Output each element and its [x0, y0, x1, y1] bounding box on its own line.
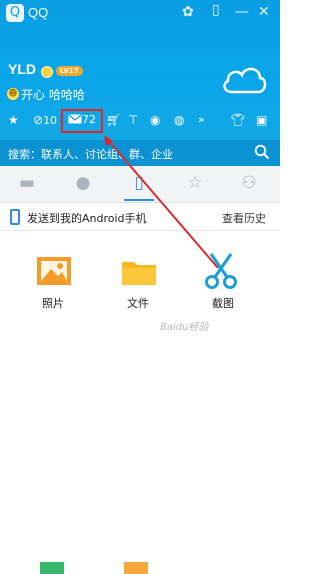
- tile-files-label[interactable]: 文件: [127, 295, 149, 311]
- scissors-icon[interactable]: [204, 252, 238, 290]
- toolbar-qzone[interactable]: ⊘10: [33, 113, 57, 128]
- group-icon: ⚇: [241, 173, 257, 193]
- tab-conversations[interactable]: ▬: [16, 172, 38, 194]
- toolbar-app-3[interactable]: ◍: [174, 113, 184, 128]
- online-status-icon[interactable]: [41, 66, 53, 78]
- toolbar-app-1[interactable]: ⊤: [128, 113, 138, 128]
- tile-photos-label[interactable]: 照片: [42, 295, 64, 311]
- view-history-link[interactable]: 查看历史: [222, 210, 266, 226]
- more-icon: »: [198, 113, 205, 126]
- active-tab-indicator: [124, 199, 154, 201]
- main-tabs: ▬ ● ▯ ☆ ⚇: [0, 166, 280, 203]
- tab-devices[interactable]: ▯: [128, 172, 150, 194]
- mobile-icon[interactable]: ▯: [212, 2, 220, 18]
- toolbar-shop[interactable]: 🛒︎: [106, 113, 121, 128]
- app-icon: ◍: [174, 113, 185, 127]
- tab-favorites[interactable]: ☆: [184, 172, 206, 194]
- partial-tile-green[interactable]: [40, 562, 64, 574]
- toolbar-star[interactable]: ★: [8, 113, 19, 128]
- folder-icon[interactable]: [121, 258, 157, 286]
- toolbar-more[interactable]: »: [198, 113, 205, 127]
- contact-icon: ●: [75, 173, 91, 193]
- weather-cloud-icon[interactable]: [220, 62, 268, 96]
- smiley-icon: ☻: [7, 88, 19, 100]
- phone-icon: ▯: [134, 173, 144, 193]
- android-device-row[interactable]: 发送到我的Android手机 查看历史: [0, 204, 280, 231]
- partial-tile-orange[interactable]: [124, 562, 148, 574]
- android-phone-icon: [10, 209, 20, 225]
- mail-highlight-box: [61, 109, 103, 133]
- tile-screenshot-label[interactable]: 截图: [212, 295, 234, 311]
- app-icon: ⊤: [128, 113, 139, 127]
- tab-contacts[interactable]: ●: [72, 172, 94, 194]
- watermark: Baidu经验: [160, 322, 209, 333]
- shopping-cart-icon: 🛒︎: [106, 113, 122, 127]
- star-icon: ★: [8, 113, 19, 127]
- android-send-label[interactable]: 发送到我的Android手机: [27, 210, 147, 226]
- skin-icon[interactable]: ✿: [182, 4, 194, 20]
- app-icon: ◉: [150, 113, 161, 127]
- qzone-count: 10: [43, 114, 58, 127]
- app-title: QQ: [28, 5, 49, 20]
- qq-logo-icon: Q: [6, 4, 24, 22]
- shirt-icon: 👕︎: [230, 113, 246, 127]
- minimize-button[interactable]: —: [235, 4, 249, 20]
- level-badge[interactable]: LV17: [56, 66, 83, 76]
- photo-icon[interactable]: [36, 256, 72, 286]
- signature-text[interactable]: 开心 哈哈哈: [21, 86, 85, 103]
- toolbar-app-2[interactable]: ◉: [150, 113, 160, 128]
- device-function-grid: 照片 文件 截图: [0, 232, 280, 574]
- chat-icon: ▬: [18, 173, 36, 193]
- search-icon[interactable]: [254, 144, 270, 160]
- tab-groups[interactable]: ⚇: [238, 172, 260, 194]
- toolbar-msgbox[interactable]: ▣: [256, 113, 267, 128]
- nickname[interactable]: YLD: [8, 61, 36, 77]
- message-box-icon: ▣: [256, 113, 268, 127]
- close-button[interactable]: ✕: [258, 4, 270, 20]
- search-input[interactable]: 搜索：联系人、讨论组、群、企业: [8, 146, 173, 162]
- star-icon: ☆: [187, 173, 203, 193]
- qzone-icon: ⊘: [33, 113, 44, 127]
- toolbar-skin[interactable]: 👕︎: [230, 113, 245, 128]
- search-bar[interactable]: 搜索：联系人、讨论组、群、企业: [0, 140, 280, 166]
- toolbar: ★ ⊘10 72 🛒︎ ⊤ ◉ ◍ » 👕︎ ▣: [0, 109, 280, 133]
